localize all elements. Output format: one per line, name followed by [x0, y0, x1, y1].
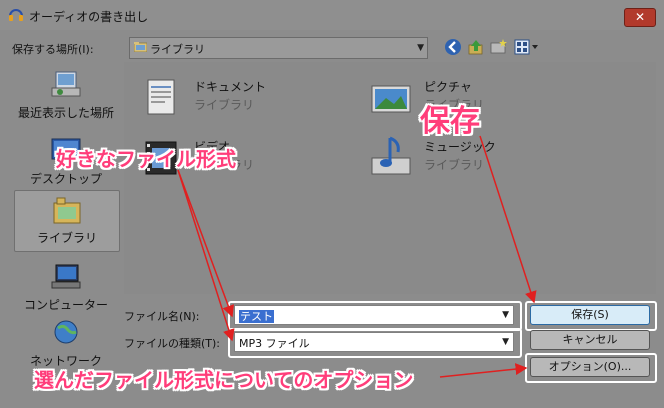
title-bar: オーディオの書き出し ✕ [0, 0, 664, 30]
recent-places-icon [51, 71, 81, 97]
place-label: デスクトップ [29, 172, 102, 186]
filename-input[interactable]: テスト ▼ [234, 305, 514, 325]
place-label: コンピューター [23, 298, 108, 312]
filename-value: テスト [239, 310, 274, 323]
network-icon [54, 320, 78, 344]
location-value: ライブラリ [150, 43, 205, 56]
chevron-down-icon: ▼ [417, 43, 424, 53]
cancel-button[interactable]: キャンセル [530, 330, 650, 350]
filetype-value: MP3 ファイル [239, 337, 310, 350]
library-type: ライブラリ [194, 98, 255, 112]
filetype-label: ファイルの種類(T): [124, 337, 221, 350]
new-folder-icon[interactable] [490, 38, 508, 56]
library-name: ピクチャ [424, 80, 472, 94]
annotation-options: 選んだファイル形式についてのオプション [34, 368, 414, 392]
annotation-save: 保存 [420, 104, 480, 139]
library-documents[interactable]: ドキュメント ライブラリ [138, 74, 358, 122]
library-type: ライブラリ [424, 158, 485, 172]
filetype-select[interactable]: MP3 ファイル ▼ [234, 332, 514, 352]
window-title: オーディオの書き出し [29, 10, 149, 24]
folder-icon [134, 42, 147, 52]
library-music[interactable]: ミュージック ライブラリ [368, 134, 588, 182]
documents-library-icon [147, 79, 175, 115]
place-recent[interactable]: 最近表示した場所 [14, 66, 118, 126]
places-bar: 最近表示した場所 デスクトップ ライブラリ コンピューター ネットワーク [8, 62, 122, 374]
place-libraries[interactable]: ライブラリ [14, 190, 120, 252]
annotation-format: 好きなファイル形式 [56, 147, 236, 171]
chevron-down-icon[interactable]: ▼ [502, 337, 509, 347]
place-label: ライブラリ [36, 231, 97, 245]
up-folder-icon[interactable] [467, 38, 485, 56]
chevron-down-icon[interactable]: ▼ [502, 310, 509, 320]
view-menu-icon[interactable] [514, 38, 540, 56]
close-icon: ✕ [634, 10, 646, 24]
location-combo[interactable]: ライブラリ ▼ [129, 37, 428, 59]
place-label: 最近表示した場所 [17, 106, 114, 120]
libraries-icon [53, 197, 81, 224]
close-button[interactable]: ✕ [624, 8, 656, 27]
export-audio-dialog: オーディオの書き出し ✕ 保存する場所(I): ライブラリ ▼ 最近表示した場所… [0, 0, 664, 408]
place-computer[interactable]: コンピューター [14, 258, 118, 318]
audacity-app-icon [9, 9, 23, 21]
save-in-label: 保存する場所(I): [12, 43, 94, 56]
music-library-icon [371, 136, 411, 175]
filename-label: ファイル名(N): [124, 310, 200, 323]
options-button[interactable]: オプション(O)... [530, 357, 650, 377]
back-icon[interactable] [444, 38, 462, 56]
pictures-library-icon [371, 85, 411, 113]
library-name: ドキュメント [194, 80, 267, 94]
computer-icon [51, 264, 81, 289]
library-name: ミュージック [424, 140, 496, 154]
file-list[interactable]: ドキュメント ライブラリ ピクチャ ライブラリ ビデオ ライブラリ ミュージック… [124, 62, 656, 294]
save-button[interactable]: 保存(S) [530, 305, 650, 325]
